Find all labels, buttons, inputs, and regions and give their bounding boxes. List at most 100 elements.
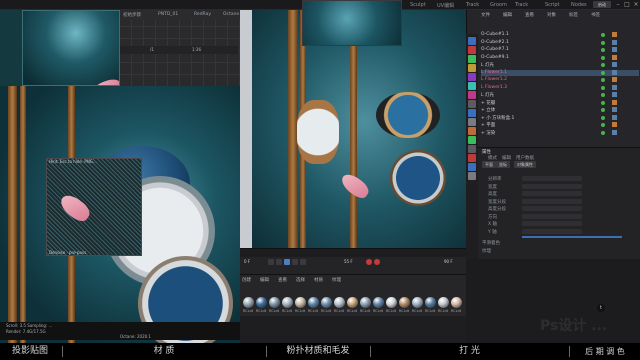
material-ball[interactable]	[256, 297, 267, 308]
tool-icon[interactable]	[468, 127, 476, 135]
frame-current[interactable]: 55 F	[344, 259, 353, 264]
material-ball[interactable]	[321, 297, 332, 308]
tool-icon[interactable]	[468, 91, 476, 99]
tag-icon[interactable]	[612, 62, 617, 67]
attr-field[interactable]	[522, 176, 582, 181]
material-menu-tab[interactable]: 编辑	[260, 277, 269, 283]
attr-field[interactable]	[522, 183, 582, 189]
vp-tab[interactable]: 初始步骤	[123, 12, 141, 18]
material-menu-tab[interactable]: 选择	[296, 277, 305, 283]
material-menu-tab[interactable]: 纹理	[332, 277, 341, 283]
material-ball[interactable]	[412, 297, 423, 308]
play-icon[interactable]	[284, 259, 290, 265]
material-ball[interactable]	[399, 297, 410, 308]
menu-script[interactable]: Script	[545, 2, 560, 8]
obj-menu-tab[interactable]: 查看	[525, 12, 534, 18]
material-ball[interactable]	[360, 297, 371, 308]
frame-end[interactable]: 90 F	[444, 259, 453, 264]
material-menu-tab[interactable]: 材质	[314, 277, 323, 283]
visibility-check-icon[interactable]	[601, 100, 605, 105]
tag-icon[interactable]	[612, 32, 617, 37]
visibility-check-icon[interactable]	[601, 40, 605, 45]
tab-object-props[interactable]: 对象属性	[514, 161, 536, 168]
object-row[interactable]: O-Cube#7.1	[481, 47, 639, 53]
center-3d-viewport[interactable]: 视图缩放: 500 cm	[240, 10, 466, 258]
tool-icon[interactable]	[468, 46, 476, 54]
tool-icon[interactable]	[468, 145, 476, 153]
tag-icon[interactable]	[612, 77, 617, 82]
tool-icon[interactable]	[468, 55, 476, 63]
object-row[interactable]: + 小 方块粉盒.1	[481, 114, 639, 121]
tag-icon[interactable]	[612, 47, 617, 52]
attr-field[interactable]	[522, 198, 582, 204]
obj-menu-tab[interactable]: 标签	[569, 12, 578, 18]
menu-track-2[interactable]: Track	[515, 2, 528, 8]
visibility-check-icon[interactable]	[601, 115, 605, 120]
autokey-icon[interactable]	[374, 259, 380, 265]
chapter-projection[interactable]: 投影贴图	[0, 343, 60, 360]
vp-tab[interactable]: Octane	[223, 12, 239, 17]
object-row[interactable]: + 平面	[481, 122, 639, 128]
tag-icon[interactable]	[612, 84, 617, 90]
object-row[interactable]: L Flower1.1	[481, 69, 639, 76]
tag-icon[interactable]	[612, 107, 617, 112]
visibility-check-icon[interactable]	[601, 123, 605, 127]
visibility-check-icon[interactable]	[601, 85, 605, 90]
record-icon[interactable]	[366, 259, 372, 265]
obj-menu-tab[interactable]: 文件	[481, 12, 490, 18]
object-row[interactable]: L 灯光	[481, 62, 639, 68]
tag-icon[interactable]	[612, 129, 617, 135]
go-start-icon[interactable]	[268, 259, 274, 265]
material-ball[interactable]	[243, 297, 254, 308]
left-render-viewport[interactable]: Hint: Esc to hide. PNG... Denoise · pre-…	[0, 10, 240, 343]
vp-tab[interactable]: PNTD_01	[158, 12, 178, 17]
next-frame-icon[interactable]	[292, 259, 298, 265]
slider-bar[interactable]	[522, 236, 622, 238]
object-row[interactable]: L Flower1.2	[481, 77, 639, 83]
tool-icon[interactable]	[468, 109, 476, 117]
tag-icon[interactable]	[612, 54, 617, 60]
tag-icon[interactable]	[612, 122, 617, 127]
material-ball[interactable]	[308, 297, 319, 308]
tag-icon[interactable]	[612, 39, 617, 45]
layout-selector[interactable]: 启动	[593, 1, 611, 8]
object-row[interactable]: + 渲染	[481, 129, 639, 136]
tab-coords[interactable]: 坐标	[496, 161, 510, 168]
object-row[interactable]: + 花瓣	[481, 99, 639, 106]
visibility-check-icon[interactable]	[601, 55, 605, 60]
menu-uv-edit[interactable]: UV编辑	[437, 2, 454, 9]
maximize-icon[interactable]: □	[623, 1, 631, 8]
obj-menu-tab[interactable]: 书签	[591, 12, 600, 18]
attr-field[interactable]	[522, 228, 582, 234]
menu-sculpt[interactable]: Sculpt	[410, 2, 426, 8]
material-ball[interactable]	[269, 297, 280, 308]
visibility-check-icon[interactable]	[601, 108, 605, 112]
object-row[interactable]: O-Cube#1.1	[481, 32, 639, 38]
tool-icon[interactable]	[468, 73, 476, 81]
chapter-lighting[interactable]: 打 光	[372, 343, 567, 360]
menu-groom[interactable]: Groom	[490, 2, 507, 8]
visibility-check-icon[interactable]	[601, 63, 605, 67]
material-ball[interactable]	[334, 297, 345, 308]
material-menu-tab[interactable]: 查看	[278, 277, 287, 283]
tool-icon[interactable]	[468, 172, 476, 180]
obj-menu-tab[interactable]: 对象	[547, 12, 556, 18]
obj-menu-tab[interactable]: 编辑	[503, 12, 512, 18]
material-ball[interactable]	[373, 297, 384, 308]
tag-icon[interactable]	[612, 114, 617, 120]
chapter-puff-hair[interactable]: 粉扑材质和毛发	[268, 343, 368, 360]
material-ball[interactable]	[282, 297, 293, 308]
tool-icon[interactable]	[468, 154, 476, 162]
tool-icon[interactable]	[468, 118, 476, 126]
visibility-check-icon[interactable]	[601, 70, 605, 75]
tool-icon[interactable]	[468, 37, 476, 45]
material-ball[interactable]	[347, 297, 358, 308]
tag-icon[interactable]	[612, 69, 617, 75]
visibility-check-icon[interactable]	[601, 33, 605, 37]
menu-nodes[interactable]: Nodes	[571, 2, 587, 8]
visibility-check-icon[interactable]	[601, 78, 605, 82]
tag-icon[interactable]	[612, 92, 617, 97]
material-menu-tab[interactable]: 创建	[242, 277, 251, 283]
material-ball[interactable]	[425, 297, 436, 308]
visibility-check-icon[interactable]	[601, 130, 605, 135]
